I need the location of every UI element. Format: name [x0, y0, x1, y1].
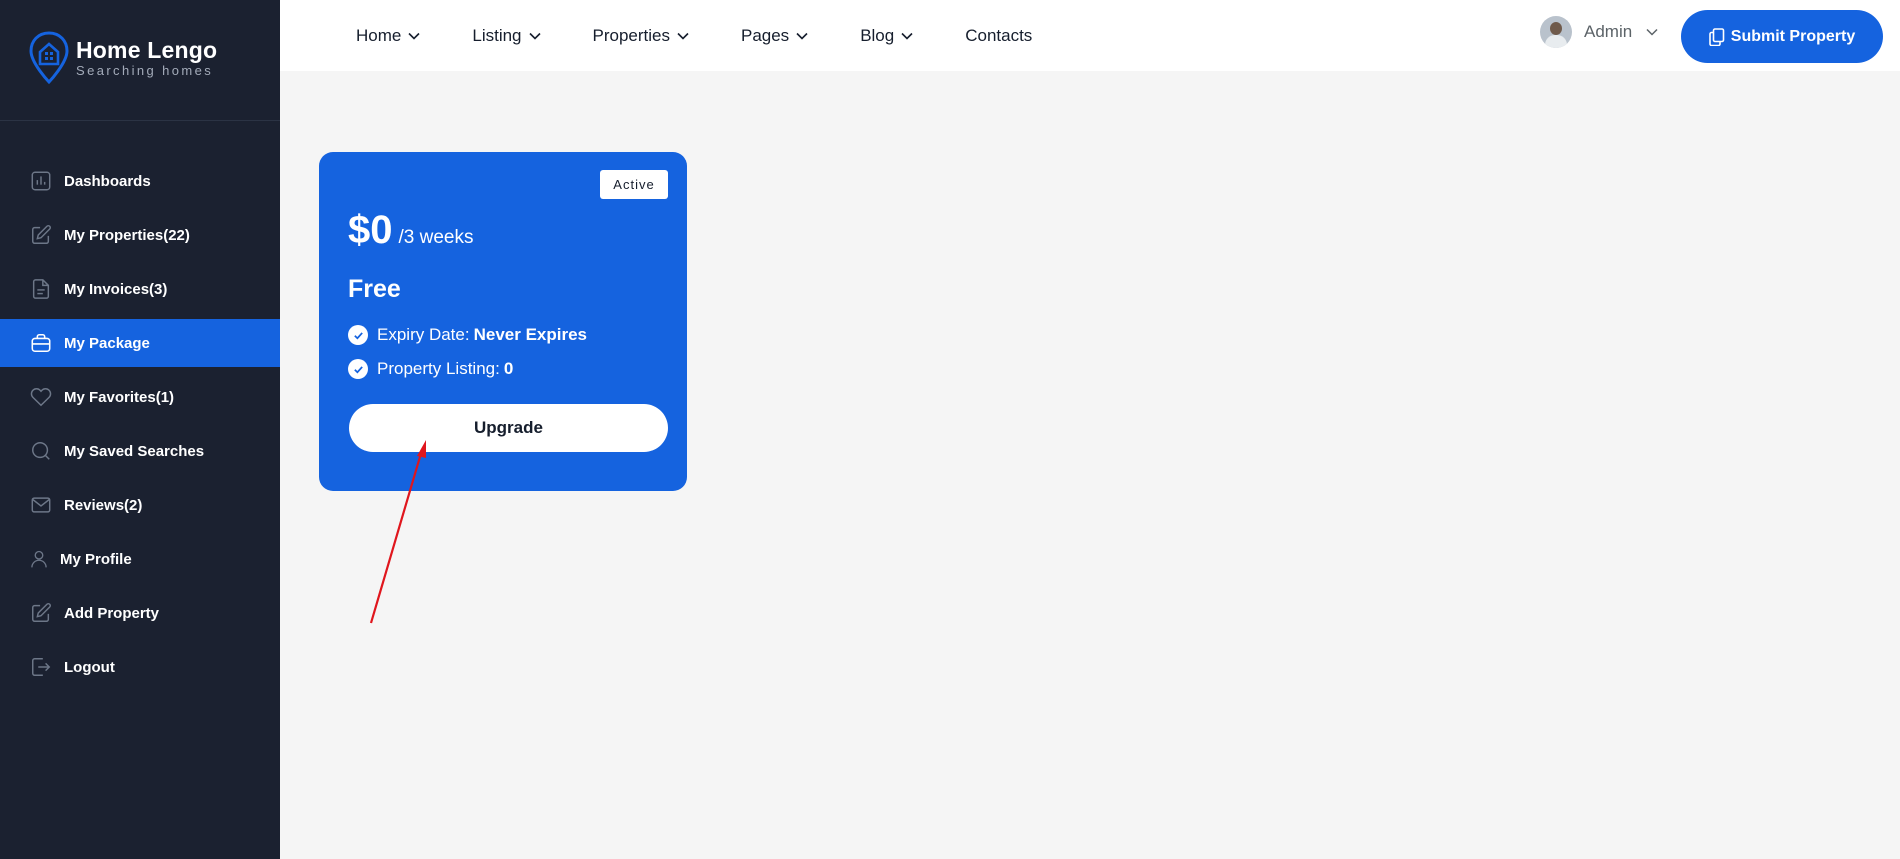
user-menu[interactable]: Admin [1540, 16, 1658, 48]
feature-expiry: Expiry Date: Never Expires [348, 325, 587, 345]
submit-property-label: Submit Property [1730, 27, 1856, 45]
sidebar-item-my-package[interactable]: My Package [0, 319, 280, 367]
brand-title: Home Lengo [76, 37, 218, 63]
sidebar: Home Lengo Searching homes Dashboards My… [0, 0, 280, 859]
sidebar-item-label: Dashboards [64, 172, 151, 190]
search-icon [29, 439, 53, 463]
mail-icon [29, 493, 53, 517]
feature-property-listing: Property Listing: 0 [348, 359, 513, 379]
avatar [1540, 16, 1572, 48]
feature-value: Never Expires [473, 325, 587, 344]
sidebar-menu: Dashboards My Properties(22) My Invoices… [0, 157, 280, 697]
document-icon [29, 277, 53, 301]
sidebar-item-label: Logout [64, 658, 115, 676]
sidebar-item-label: My Favorites(1) [64, 388, 175, 406]
price-period: /3 weeks [398, 227, 474, 248]
brand-subtitle: Searching homes [76, 63, 214, 78]
sidebar-divider [0, 120, 280, 121]
sidebar-item-label: My Profile [60, 550, 132, 568]
sidebar-item-label: My Invoices(3) [64, 280, 168, 298]
sidebar-item-logout[interactable]: Logout [0, 643, 280, 691]
chart-bars-icon [29, 169, 53, 193]
briefcase-icon [29, 331, 53, 355]
annotation-arrow [369, 440, 426, 624]
nav-label: Blog [860, 25, 895, 45]
chevron-down-icon [408, 32, 420, 40]
sidebar-item-label: Reviews(2) [64, 496, 143, 514]
nav-listing[interactable]: Listing [472, 25, 541, 46]
logo-pin-icon [29, 31, 69, 85]
edit-icon [29, 223, 53, 247]
sidebar-item-label: Add Property [64, 604, 160, 622]
sidebar-item-my-properties[interactable]: My Properties(22) [0, 211, 280, 259]
sidebar-item-my-saved-searches[interactable]: My Saved Searches [0, 427, 280, 475]
sidebar-item-label: My Package [64, 334, 150, 352]
nav-label: Pages [740, 25, 790, 45]
chevron-down-icon [901, 32, 913, 40]
nav-contacts[interactable]: Contacts [965, 26, 1032, 46]
sidebar-item-dashboards[interactable]: Dashboards [0, 157, 280, 205]
top-header: Home Listing Properties Pages Blog Conta… [280, 0, 1900, 71]
nav-label: Home [356, 25, 402, 45]
logout-icon [29, 655, 53, 679]
sidebar-item-add-property[interactable]: Add Property [0, 589, 280, 637]
user-icon [29, 547, 49, 571]
check-circle-icon [348, 325, 368, 345]
price-amount: $0 [348, 208, 393, 252]
chevron-down-icon [1646, 28, 1658, 36]
sidebar-item-reviews[interactable]: Reviews(2) [0, 481, 280, 529]
nav-label: Properties [592, 25, 670, 45]
upgrade-button[interactable]: Upgrade [349, 404, 668, 452]
nav-blog[interactable]: Blog [860, 26, 913, 46]
copy-document-icon [1708, 27, 1725, 46]
edit-icon [29, 601, 53, 625]
feature-label: Property Listing: [377, 359, 500, 378]
package-name: Free [348, 275, 401, 303]
feature-value: 0 [503, 359, 514, 378]
main-nav: Home Listing Properties Pages Blog Conta… [356, 0, 1032, 71]
sidebar-item-label: My Saved Searches [64, 442, 205, 460]
submit-property-button[interactable]: Submit Property [1681, 10, 1883, 63]
sidebar-item-my-profile[interactable]: My Profile [0, 535, 280, 583]
status-badge: Active [600, 170, 668, 199]
sidebar-item-my-invoices[interactable]: My Invoices(3) [0, 265, 280, 313]
package-price: $0 /3 weeks [348, 208, 473, 253]
nav-label: Contacts [965, 25, 1033, 45]
nav-properties[interactable]: Properties [593, 26, 689, 46]
package-card: Active $0 /3 weeks Free Expiry Date: Nev… [319, 152, 687, 491]
chevron-down-icon [677, 32, 689, 40]
chevron-down-icon [528, 32, 541, 40]
chevron-down-icon [796, 32, 808, 40]
sidebar-item-my-favorites[interactable]: My Favorites(1) [0, 373, 280, 421]
sidebar-item-label: My Properties(22) [64, 226, 190, 244]
heart-icon [29, 385, 53, 409]
brand-logo[interactable]: Home Lengo Searching homes [28, 30, 217, 86]
nav-home[interactable]: Home [356, 26, 420, 46]
user-name: Admin [1584, 22, 1633, 41]
check-circle-icon [348, 359, 368, 379]
nav-pages[interactable]: Pages [741, 26, 808, 46]
feature-label: Expiry Date: [377, 325, 470, 344]
nav-label: Listing [472, 25, 522, 45]
